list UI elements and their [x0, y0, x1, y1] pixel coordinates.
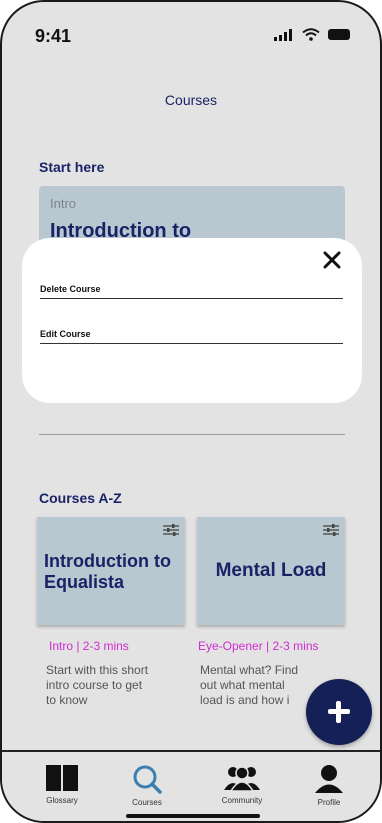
tab-profile[interactable]: Profile	[294, 764, 364, 807]
courses-az-heading: Courses A-Z	[39, 490, 122, 506]
edit-course-option[interactable]: Edit Course	[40, 329, 343, 344]
tab-label: Profile	[317, 798, 341, 807]
tab-glossary[interactable]: Glossary	[27, 764, 97, 805]
close-icon[interactable]	[322, 250, 342, 270]
course-card-mental-load[interactable]: Mental Load	[197, 517, 345, 625]
course-card-title: Introduction to Equalista	[44, 551, 171, 592]
status-time: 9:41	[35, 26, 72, 46]
filter-settings-icon[interactable]	[163, 523, 179, 537]
intro-card-tag: Intro	[50, 196, 77, 211]
start-here-heading: Start here	[39, 159, 105, 175]
tab-courses[interactable]: Courses	[112, 764, 182, 807]
course-card-title: Mental Load	[215, 560, 327, 581]
phone-frame: 9:41 Courses Start here Intro Introducti…	[0, 0, 382, 823]
section-divider	[39, 434, 345, 435]
status-icons	[274, 28, 350, 41]
community-icon	[224, 766, 260, 792]
course-options-popup: Delete Course Edit Course	[22, 238, 362, 403]
delete-course-option[interactable]: Delete Course	[40, 284, 343, 299]
tab-community[interactable]: Community	[207, 764, 277, 805]
search-icon	[133, 765, 162, 794]
book-icon	[46, 765, 78, 791]
home-indicator	[126, 814, 260, 818]
profile-icon	[315, 765, 343, 793]
add-course-button[interactable]	[306, 679, 372, 745]
course-card-introduction[interactable]: Introduction to Equalista	[37, 517, 185, 625]
bottom-tab-bar: Glossary Courses Community Profile	[2, 750, 380, 821]
tab-label: Glossary	[46, 796, 78, 805]
course-meta: Eye-Opener | 2-3 mins	[198, 639, 319, 653]
course-description: Start with this short intro course to ge…	[46, 663, 149, 707]
filter-settings-icon[interactable]	[323, 523, 339, 537]
course-description: Mental what? Find out what mental load i…	[200, 663, 299, 707]
battery-icon	[328, 29, 350, 40]
wifi-icon	[302, 28, 320, 41]
page-title: Courses	[164, 92, 218, 108]
course-meta: Intro | 2-3 mins	[49, 639, 129, 653]
tab-label: Community	[221, 796, 263, 805]
tab-label: Courses	[132, 798, 162, 807]
signal-icon	[274, 28, 292, 41]
